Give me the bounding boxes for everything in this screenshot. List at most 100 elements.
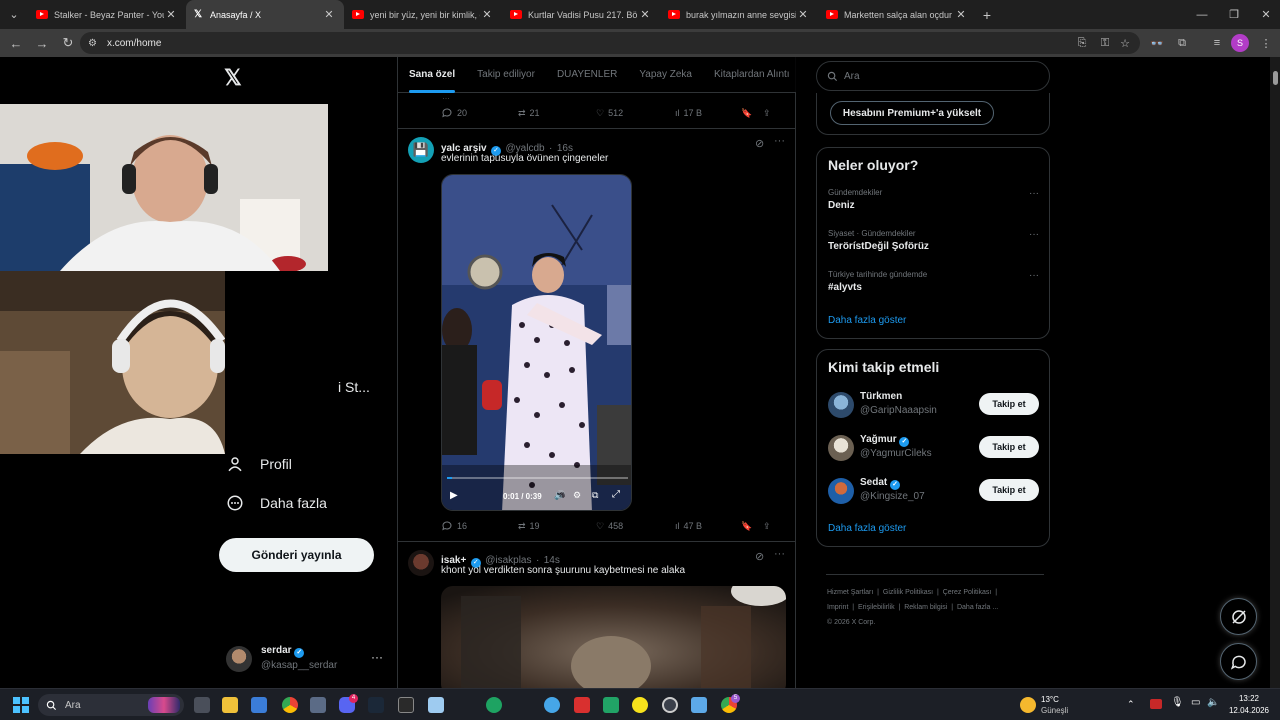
reply-button[interactable]: 20 <box>441 107 518 119</box>
excel-icon[interactable] <box>603 697 619 713</box>
file-explorer-icon[interactable] <box>222 697 238 713</box>
window-close-icon[interactable]: ✕ <box>1250 0 1280 29</box>
messages-fab-button[interactable] <box>1220 643 1257 680</box>
footer-link[interactable]: Çerez Politikası <box>943 589 992 596</box>
account-switcher[interactable]: serdar ✓ @kasap__serdar ··· <box>226 644 386 674</box>
reload-icon[interactable]: ↻ <box>56 31 80 55</box>
like-button[interactable]: ♡ 458 <box>596 521 675 532</box>
chrome-icon[interactable] <box>282 697 298 713</box>
x-logo-icon[interactable]: 𝕏 <box>224 65 242 91</box>
tab-following[interactable]: Takip ediliyor <box>466 57 546 93</box>
footer-link[interactable]: Erişilebilirlik <box>858 604 895 611</box>
tweet-more-icon[interactable]: ··· <box>774 135 785 147</box>
footer-link[interactable]: Gizlilik Politikası <box>883 589 933 596</box>
volume-icon[interactable]: 🔊 <box>554 490 565 501</box>
who-show-more-link[interactable]: Daha fazla göster <box>828 523 906 534</box>
new-tab-plus-icon[interactable]: + <box>976 7 998 23</box>
close-icon[interactable]: ✕ <box>322 8 336 21</box>
nav-truncated-label[interactable]: i St... <box>338 379 370 395</box>
tweet[interactable]: isak+ ✓ @isakplas · 14s ⊘ ··· khont yol … <box>398 542 796 688</box>
windows-start-icon[interactable] <box>13 697 29 713</box>
extensions-puzzle-icon[interactable]: ⧉ <box>1172 33 1192 53</box>
taskbar-search[interactable]: Ara <box>38 694 184 716</box>
tab-search-icon[interactable]: ⌄ <box>0 1 28 29</box>
tab-for-you[interactable]: Sana özel <box>398 57 466 93</box>
trend-more-icon[interactable]: ··· <box>1029 229 1039 240</box>
footer-link[interactable]: Daha fazla ... <box>957 604 998 611</box>
bookmark-icon[interactable]: 🔖 <box>741 108 763 119</box>
bookmark-icon[interactable]: 🔖 <box>741 521 763 532</box>
minimize-icon[interactable]: — <box>1186 0 1218 29</box>
follow-button[interactable]: Takip et <box>979 436 1039 458</box>
trend-more-icon[interactable]: ··· <box>1029 270 1039 281</box>
grok-icon[interactable]: ⊘ <box>755 550 764 563</box>
xbox-icon[interactable] <box>486 697 502 713</box>
tweet-video[interactable] <box>441 586 786 688</box>
app-icon[interactable] <box>428 697 444 713</box>
search-input[interactable]: Ara <box>816 61 1050 91</box>
close-icon[interactable]: ✕ <box>164 8 178 21</box>
site-info-icon[interactable]: ⚙ <box>88 38 97 49</box>
browser-menu-icon[interactable]: ⋮ <box>1256 33 1276 53</box>
install-app-icon[interactable]: ⎘ <box>1072 33 1092 53</box>
trend-item[interactable]: Gündemdekiler Deniz <box>828 188 1038 211</box>
tab-duayenler[interactable]: DUAYENLER <box>546 57 628 93</box>
close-icon[interactable]: ✕ <box>954 8 968 21</box>
account-more-icon[interactable]: ··· <box>371 650 383 664</box>
nav-more[interactable]: Daha fazla <box>226 494 327 512</box>
tweet-more-icon[interactable]: ··· <box>774 548 785 560</box>
nav-profile[interactable]: Profil <box>226 455 292 473</box>
forward-arrow-icon[interactable]: → <box>30 31 54 55</box>
app-icon[interactable] <box>662 697 678 713</box>
share-icon[interactable]: ⇪ <box>763 521 771 532</box>
footer-link[interactable]: Imprint <box>827 604 848 611</box>
follow-suggestion[interactable]: Sedat ✓ @Kingsize_07 Takip et <box>817 474 1049 512</box>
premium-upgrade-button[interactable]: Hesabını Premium+'a yükselt <box>830 101 994 125</box>
app-icon[interactable] <box>691 697 707 713</box>
fullscreen-icon[interactable]: ⤢ <box>612 489 620 500</box>
epic-games-icon[interactable] <box>398 697 414 713</box>
browser-tab-3[interactable]: yeni bir yüz, yeni bir kimlik, geç✕ <box>344 0 502 29</box>
settings-gear-icon[interactable]: ⚙ <box>573 490 581 501</box>
footer-link[interactable]: Hizmet Şartları <box>827 589 873 596</box>
grok-icon[interactable]: ⊘ <box>755 137 764 150</box>
video-progress-track[interactable] <box>447 477 628 479</box>
clock-date[interactable]: 12.04.2026 <box>1226 706 1272 715</box>
repost-button[interactable]: ⇄ 19 <box>518 521 596 532</box>
app-icon[interactable] <box>544 697 560 713</box>
reading-list-icon[interactable]: ≡ <box>1207 33 1227 53</box>
share-icon[interactable]: ⇪ <box>763 108 771 119</box>
profile-avatar[interactable]: S <box>1231 34 1249 52</box>
avatar[interactable] <box>408 550 434 576</box>
volume-icon[interactable]: 🔈 <box>1207 697 1219 708</box>
floppy-avatar-icon[interactable]: 💾 <box>408 137 434 163</box>
incognito-icon[interactable]: 👓 <box>1147 33 1167 53</box>
trend-item[interactable]: Siyaset · Gündemdekiler TerörístDeğil Şo… <box>828 229 1038 252</box>
browser-tab-2[interactable]: 𝕏 Anasayfa / X ✕ <box>186 0 344 29</box>
post-button[interactable]: Gönderi yayınla <box>219 538 374 572</box>
app-icon[interactable] <box>310 697 326 713</box>
browser-tab-1[interactable]: Stalker - Beyaz Panter - YouTube✕ <box>28 0 186 29</box>
grok-fab-button[interactable] <box>1220 598 1257 635</box>
repost-button[interactable]: ⇄ 21 <box>518 108 596 119</box>
footer-link[interactable]: Reklam bilgisi <box>904 604 947 611</box>
pdf-reader-icon[interactable] <box>574 697 590 713</box>
browser-tab-4[interactable]: Kurtlar Vadisi Pusu 217. Bölüm✕ <box>502 0 660 29</box>
bookmark-star-icon[interactable]: ☆ <box>1115 33 1135 53</box>
close-icon[interactable]: ✕ <box>480 8 494 21</box>
follow-button[interactable]: Takip et <box>979 393 1039 415</box>
trend-item[interactable]: Türkiye tarihinde gündemde #alyvts <box>828 270 1038 293</box>
password-key-icon[interactable]: ⚿ <box>1095 33 1115 53</box>
tab-kitaplardan-alinti[interactable]: Kitaplardan Alıntı <box>703 57 801 93</box>
close-icon[interactable]: ✕ <box>796 8 810 21</box>
views-button[interactable]: ıl 47 B <box>675 521 741 531</box>
sun-weather-icon[interactable] <box>1020 697 1036 713</box>
follow-button[interactable]: Takip et <box>979 479 1039 501</box>
app-icon[interactable] <box>632 697 648 713</box>
reply-button[interactable]: 16 <box>441 520 518 532</box>
display-icon[interactable]: ▭ <box>1191 697 1200 708</box>
play-icon[interactable]: ▶ <box>450 490 458 501</box>
trends-show-more-link[interactable]: Daha fazla göster <box>828 315 906 326</box>
address-bar[interactable]: ⚙ x.com/home <box>80 32 1140 54</box>
scrollbar-thumb[interactable] <box>1273 71 1278 85</box>
